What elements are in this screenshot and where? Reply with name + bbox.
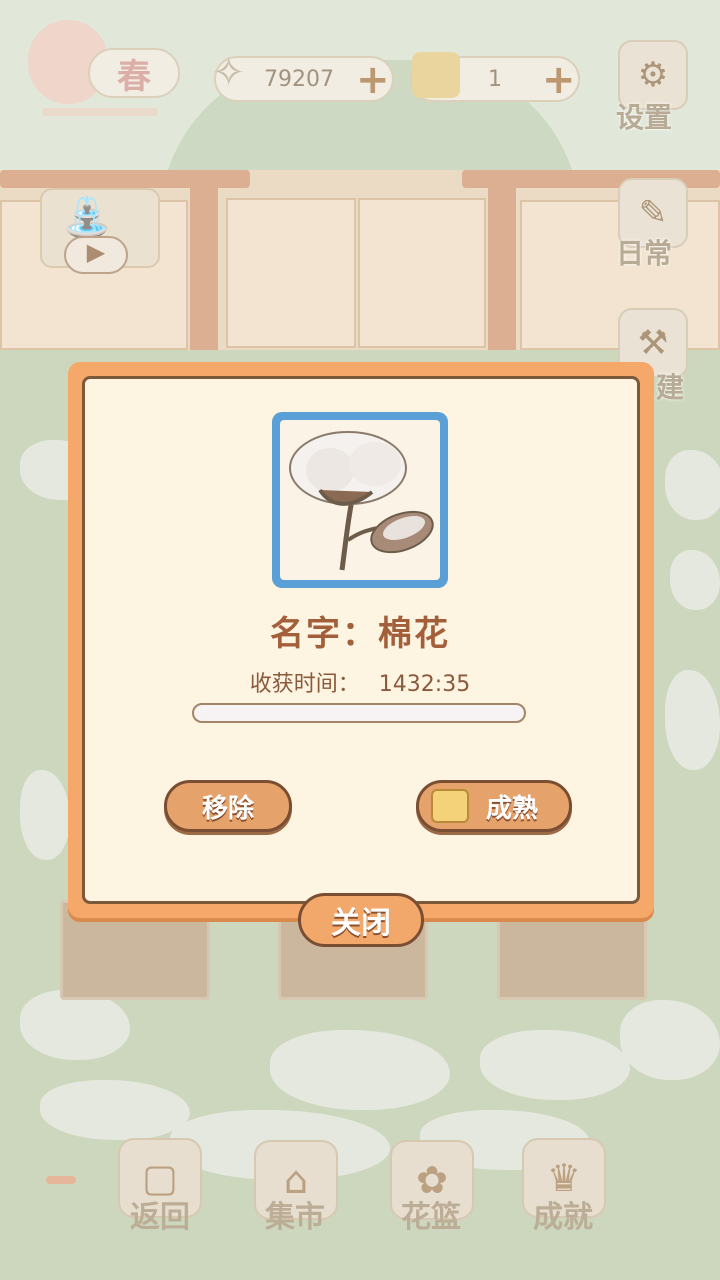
remove-label: 移除 <box>201 793 254 824</box>
cheese-icon <box>431 789 469 823</box>
growth-progress-bar <box>192 703 526 723</box>
plant-name: 名字：棉花 <box>270 614 450 654</box>
mature-button[interactable]: 成熟 <box>416 780 572 832</box>
harvest-time-value: 1432:35 <box>378 672 471 697</box>
harvest-time-label: 收获时间： <box>249 672 360 697</box>
close-button[interactable]: 关闭 <box>298 893 424 947</box>
remove-button[interactable]: 移除 <box>164 780 292 832</box>
mature-label: 成熟 <box>485 793 538 824</box>
cotton-plant-icon <box>280 420 440 580</box>
item-frame <box>272 412 448 588</box>
harvest-time-row: 收获时间： 1432:35 <box>120 666 600 698</box>
close-label: 关闭 <box>331 906 391 941</box>
